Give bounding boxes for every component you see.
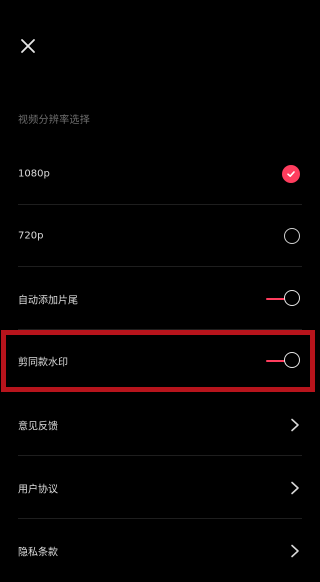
close-icon [21, 39, 35, 53]
close-button[interactable] [16, 34, 40, 58]
resolution-option-label: 720p [18, 230, 44, 242]
resolution-section-title: 视频分辨率选择 [18, 115, 91, 126]
resolution-option-1080p[interactable]: 1080p [0, 143, 320, 205]
user-agreement-label: 用户协议 [18, 484, 58, 496]
feedback-row[interactable]: 意见反馈 [0, 394, 320, 456]
radio-empty-icon[interactable] [284, 228, 300, 244]
toggle-knob [284, 290, 300, 306]
resolution-option-720p[interactable]: 720p [0, 205, 320, 267]
feedback-label: 意见反馈 [18, 421, 58, 433]
toggle-knob [284, 352, 300, 368]
template-watermark-toggle[interactable] [266, 352, 300, 370]
divider [18, 266, 302, 267]
user-agreement-row[interactable]: 用户协议 [0, 457, 320, 519]
checkmark-icon [287, 171, 295, 177]
radio-checked-icon[interactable] [282, 165, 300, 183]
chevron-right-icon [291, 481, 299, 495]
resolution-option-label: 1080p [18, 168, 50, 180]
privacy-policy-label: 隐私条款 [18, 547, 58, 559]
template-watermark-label: 剪同款水印 [18, 357, 68, 369]
template-watermark-row: 剪同款水印 [0, 330, 320, 392]
auto-add-ending-toggle[interactable] [266, 290, 300, 308]
chevron-right-icon [291, 544, 299, 558]
auto-add-ending-label: 自动添加片尾 [18, 295, 78, 307]
divider [18, 455, 302, 456]
divider [18, 518, 302, 519]
auto-add-ending-row: 自动添加片尾 [0, 268, 320, 330]
privacy-policy-row[interactable]: 隐私条款 [0, 520, 320, 582]
chevron-right-icon [291, 418, 299, 432]
